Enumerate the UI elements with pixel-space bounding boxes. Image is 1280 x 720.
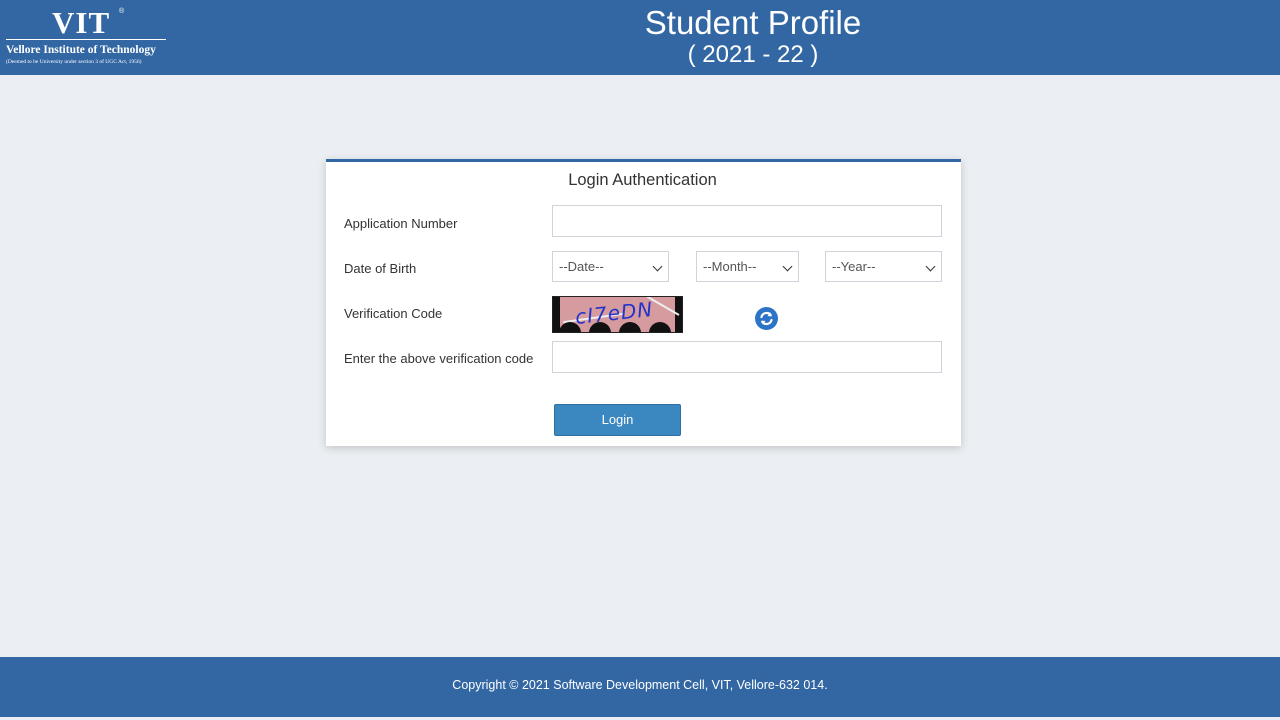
verification-code-input[interactable] [552, 341, 942, 373]
footer-copyright: Copyright © 2021 Software Development Ce… [452, 678, 828, 692]
chevron-down-icon [925, 261, 936, 272]
month-select-value: --Month-- [703, 259, 757, 274]
login-button[interactable]: Login [554, 404, 681, 436]
footer-bar: Copyright © 2021 Software Development Ce… [0, 657, 1280, 717]
date-of-birth-label: Date of Birth [344, 261, 417, 276]
application-number-label: Application Number [344, 216, 458, 231]
captcha-image: cI7eDN [552, 296, 683, 333]
captcha-text: cI7eDN [573, 296, 655, 330]
captcha-noise-dot [649, 322, 671, 332]
verification-input-label: Enter the above verification code [344, 351, 534, 366]
refresh-icon-glyph [760, 311, 773, 326]
academic-year: ( 2021 - 22 ) [687, 41, 819, 68]
page-title-block: Student Profile ( 2021 - 22 ) [0, 4, 1280, 68]
chevron-down-icon [652, 261, 663, 272]
date-select[interactable]: --Date-- [552, 251, 669, 282]
login-card: Login Authentication Application Number … [326, 159, 961, 446]
page-title: Student Profile [644, 4, 862, 41]
application-number-input[interactable] [552, 205, 942, 237]
verification-code-label: Verification Code [344, 306, 443, 321]
month-select[interactable]: --Month-- [696, 251, 799, 282]
refresh-icon[interactable] [755, 307, 778, 330]
header-bar: VIT ® Vellore Institute of Technology (D… [0, 0, 1280, 75]
year-select-value: --Year-- [832, 259, 876, 274]
login-card-title: Login Authentication [568, 171, 717, 189]
captcha-noise-dots [553, 322, 682, 332]
chevron-down-icon [782, 261, 793, 272]
date-select-value: --Date-- [559, 259, 604, 274]
year-select[interactable]: --Year-- [825, 251, 942, 282]
